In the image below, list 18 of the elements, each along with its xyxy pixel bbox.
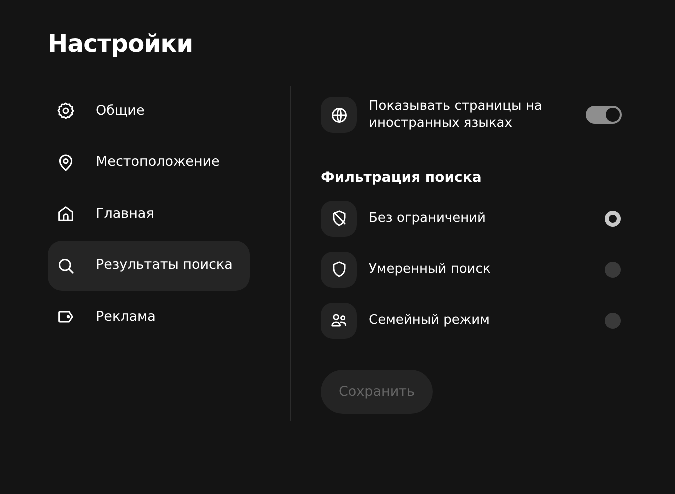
- option-label: Семейный режим: [369, 312, 491, 329]
- option-label: Умеренный поиск: [369, 261, 492, 278]
- page-title: Настройки: [48, 29, 194, 60]
- sidebar-item[interactable]: Главная: [48, 189, 250, 239]
- radio-button[interactable]: [605, 312, 621, 328]
- option-label: Без ограничений: [369, 210, 487, 227]
- gear-icon: [56, 101, 76, 121]
- radio-button[interactable]: [605, 210, 621, 226]
- globe-icon: [330, 106, 348, 124]
- sidebar-item[interactable]: Результаты поиска: [48, 240, 250, 290]
- sidebar-item[interactable]: Местоположение: [48, 138, 250, 188]
- section-heading: Фильтрация поиска: [321, 169, 483, 188]
- radio-button[interactable]: [605, 262, 621, 278]
- sidebar-item[interactable]: Реклама: [48, 292, 250, 342]
- home-icon: [56, 204, 76, 224]
- toggle-switch[interactable]: [586, 106, 622, 124]
- setting-label: Показывать страницы на иностранных языках: [369, 98, 544, 132]
- sidebar-item[interactable]: Общие: [48, 86, 250, 136]
